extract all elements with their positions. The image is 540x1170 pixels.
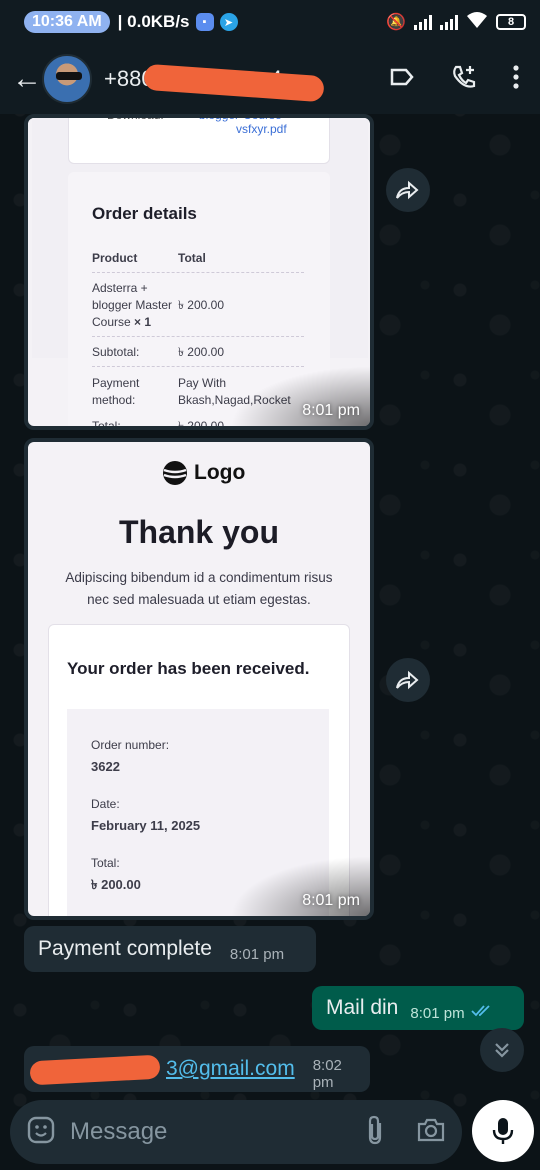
forward-button[interactable] [386, 168, 430, 212]
read-receipt-icon [470, 1004, 493, 1022]
logo: Logo [162, 460, 245, 486]
label-icon[interactable] [388, 63, 416, 96]
product-name-line1: Adsterra + [92, 281, 148, 295]
message-text: Payment complete [38, 937, 212, 960]
divider [92, 272, 304, 273]
microphone-icon [492, 1118, 514, 1144]
message-time: 8:01 pm [302, 402, 360, 419]
redaction-mark [29, 1054, 161, 1086]
message-time: 8:02 pm [312, 1057, 342, 1091]
message-composer [10, 1100, 462, 1164]
col-product: Product [92, 251, 138, 265]
order-details-title: Order details [92, 204, 197, 223]
contact-name[interactable]: +880 4 [104, 63, 325, 103]
logo-text: Logo [194, 461, 246, 484]
attach-icon[interactable] [364, 1115, 386, 1150]
chat-header: ← +880 4 [0, 44, 540, 114]
total-label: Total: [91, 856, 120, 870]
message-time: 8:01 pm [229, 945, 285, 963]
back-arrow-icon[interactable]: ← [12, 62, 42, 96]
signal-icon-2 [440, 14, 458, 30]
emoji-icon[interactable] [26, 1115, 56, 1150]
download-card: Download: blogger-Course vsfxyr.pdf [68, 114, 330, 164]
network-speed: | 0.0KB/s [117, 12, 190, 31]
status-bar: 10:36 AM | 0.0KB/s ▪ ➤ 🔕 8 [0, 0, 540, 44]
message-payment-complete[interactable]: Payment complete 8:01 pm [24, 926, 316, 972]
email-link[interactable]: 3@gmail.com [166, 1057, 295, 1081]
add-call-icon[interactable] [450, 63, 478, 96]
download-file-link[interactable]: vsfxyr.pdf [236, 121, 287, 138]
voice-message-button[interactable] [472, 1100, 534, 1162]
message-input[interactable] [70, 1118, 330, 1146]
order-number-label: Order number: [91, 738, 170, 752]
camera-icon[interactable] [416, 1117, 446, 1148]
image-message-order-details[interactable]: Download: blogger-Course vsfxyr.pdf Orde… [24, 114, 374, 430]
scroll-to-bottom-button[interactable] [480, 1028, 524, 1072]
total-value-partial: ৳ 200.00 [178, 419, 225, 430]
order-received-text: Your order has been received. [67, 659, 310, 678]
image-message-thank-you[interactable]: Logo Thank you Adipiscing bibendum id a … [24, 438, 374, 920]
message-email-link[interactable]: 3@gmail.com 8:02 pm [24, 1046, 370, 1092]
status-time: 10:36 AM [24, 11, 110, 33]
message-text: Mail din [326, 996, 399, 1019]
redaction-mark [143, 63, 325, 103]
date-label: Date: [91, 797, 120, 811]
subtotal-value: ৳ 200.00 [178, 345, 225, 359]
notification-chat-icon: ▪ [195, 13, 214, 31]
payment-value-line1: Pay With [178, 376, 227, 390]
thank-you-subtitle-line1: Adipiscing bibendum id a condimentum ris… [65, 570, 333, 585]
signal-icon [414, 14, 432, 30]
subtotal-label: Subtotal: [92, 345, 140, 359]
product-name-line3: Course × 1 [92, 315, 152, 329]
message-mail-din[interactable]: Mail din 8:01 pm [312, 986, 524, 1030]
product-name-line2: blogger Master [92, 298, 173, 312]
divider [92, 336, 304, 337]
logo-icon [163, 461, 187, 485]
order-date: February 11, 2025 [91, 818, 201, 833]
payment-label-line2: method: [92, 393, 136, 407]
product-total: ৳ 200.00 [178, 298, 225, 312]
forward-button[interactable] [386, 658, 430, 702]
total-label-partial: Total: [92, 419, 121, 430]
order-total: ৳ 200.00 [91, 877, 141, 892]
telegram-icon: ➤ [219, 13, 238, 31]
more-options-icon[interactable] [512, 64, 520, 95]
battery-icon: 8 [496, 14, 526, 30]
order-number: 3622 [91, 759, 120, 774]
thank-you-subtitle-line2: nec sed malesuada ut etiam egestas. [87, 592, 311, 607]
wifi-icon [466, 11, 488, 34]
avatar[interactable] [42, 54, 92, 104]
message-time: 8:01 pm [302, 892, 360, 909]
message-time: 8:01 pm [410, 1004, 465, 1022]
mute-icon: 🔕 [386, 14, 406, 31]
chevron-double-down-icon [495, 1043, 509, 1058]
col-total: Total [178, 251, 206, 265]
download-label: Download: [107, 114, 164, 122]
payment-label-line1: Payment [92, 376, 140, 390]
thank-you-heading: Thank you [118, 514, 279, 550]
